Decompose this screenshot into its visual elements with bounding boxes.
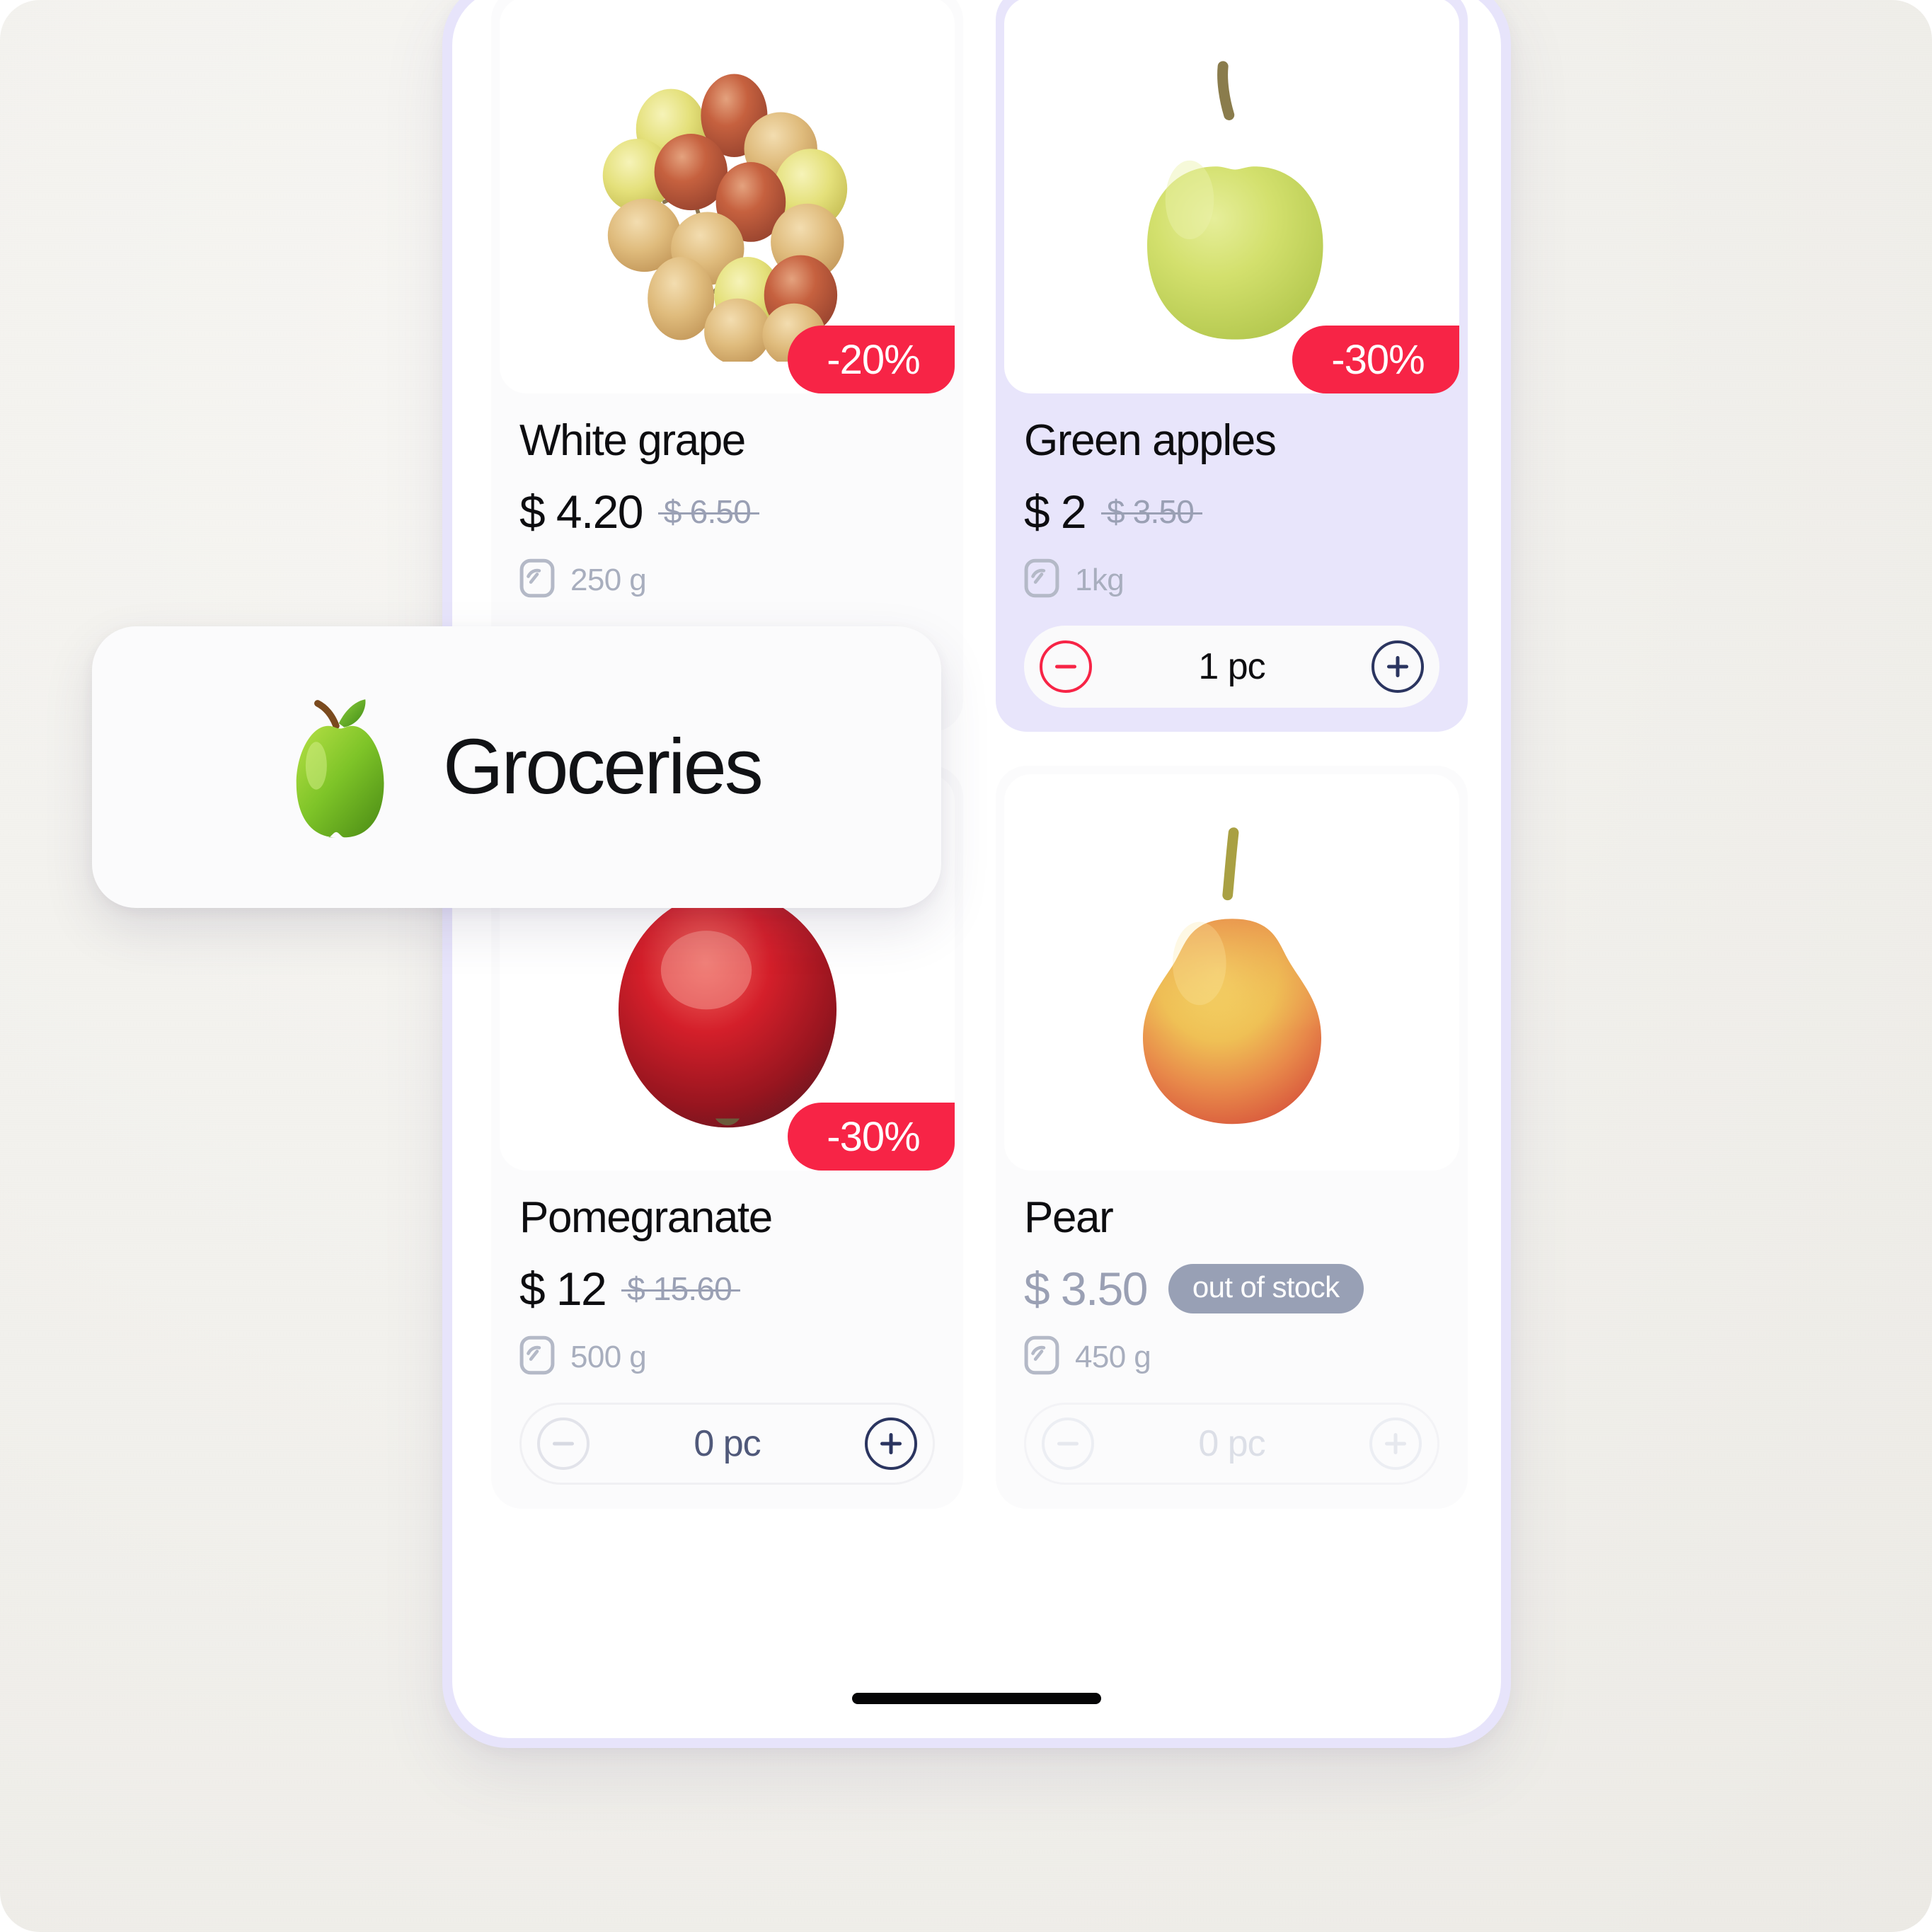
pear-photo bbox=[1004, 774, 1459, 1171]
product-name-pomegranate: Pomegranate bbox=[519, 1193, 773, 1243]
quantity-stepper-pear: 0 pc bbox=[1024, 1403, 1439, 1485]
quantity-value-pear: 0 pc bbox=[1198, 1423, 1265, 1465]
product-name-white-grape: White grape bbox=[519, 416, 746, 465]
product-info-pomegranate: Pomegranate $ 12 $ 15.60 500 g bbox=[491, 1171, 963, 1379]
minus-icon bbox=[1042, 1418, 1094, 1471]
product-info-pear: Pear $ 3.50 out of stock 450 g bbox=[996, 1171, 1468, 1379]
old-price-white-grape: $ 6.50 bbox=[657, 493, 760, 531]
weight-value-white-grape: 250 g bbox=[570, 562, 647, 597]
minus-icon[interactable] bbox=[1040, 640, 1092, 694]
scale-icon bbox=[519, 558, 555, 602]
product-image-pear bbox=[1004, 774, 1459, 1171]
product-card-green-apples[interactable]: -30% Green apples $ 2 $ 3.50 1kg 1 pc bbox=[996, 0, 1468, 732]
product-image-white-grape: -20% bbox=[500, 0, 955, 393]
product-info-green-apples: Green apples $ 2 $ 3.50 1kg bbox=[996, 393, 1468, 602]
weight-row-green-apples: 1kg bbox=[1024, 558, 1439, 602]
apple-illustration bbox=[1146, 61, 1323, 340]
weight-value-green-apples: 1kg bbox=[1075, 562, 1125, 597]
discount-badge-green-apples: -30% bbox=[1292, 326, 1459, 393]
current-price-white-grape: $ 4.20 bbox=[519, 485, 644, 539]
page-root: -20% White grape $ 4.20 $ 6.50 250 g -30… bbox=[0, 0, 1932, 1932]
price-row-white-grape: $ 4.20 $ 6.50 bbox=[519, 485, 935, 539]
grapes-illustration bbox=[602, 74, 847, 362]
product-card-pear[interactable]: Pear $ 3.50 out of stock 450 g 0 pc bbox=[996, 766, 1468, 1510]
plus-icon[interactable] bbox=[864, 1418, 917, 1471]
plus-icon[interactable] bbox=[1371, 640, 1424, 694]
status-badge-out-of-stock: out of stock bbox=[1168, 1264, 1364, 1314]
scale-icon bbox=[519, 1335, 555, 1379]
weight-row-white-grape: 250 g bbox=[519, 558, 935, 602]
groceries-floating-chip[interactable]: Groceries bbox=[92, 626, 941, 908]
pear-illustration bbox=[1142, 827, 1321, 1125]
current-price-pear: $ 3.50 bbox=[1024, 1263, 1149, 1316]
product-card-white-grape[interactable]: -20% White grape $ 4.20 $ 6.50 250 g bbox=[491, 0, 963, 732]
product-name-green-apples: Green apples bbox=[1024, 416, 1277, 465]
quantity-value-green-apples: 1 pc bbox=[1198, 646, 1265, 688]
current-price-green-apples: $ 2 bbox=[1024, 485, 1087, 539]
green-apple-icon bbox=[269, 691, 403, 844]
weight-value-pomegranate: 500 g bbox=[570, 1339, 647, 1374]
old-price-green-apples: $ 3.50 bbox=[1100, 493, 1203, 531]
home-indicator[interactable] bbox=[852, 1693, 1101, 1704]
weight-value-pear: 450 g bbox=[1075, 1339, 1151, 1374]
minus-icon[interactable] bbox=[537, 1418, 590, 1471]
quantity-value-pomegranate: 0 pc bbox=[694, 1423, 761, 1465]
price-row-pear: $ 3.50 out of stock bbox=[1024, 1262, 1439, 1316]
product-image-green-apples: -30% bbox=[1004, 0, 1459, 393]
current-price-pomegranate: $ 12 bbox=[519, 1263, 607, 1316]
price-row-pomegranate: $ 12 $ 15.60 bbox=[519, 1262, 935, 1316]
green-apple-emoji-glyph bbox=[296, 698, 384, 837]
groceries-title: Groceries bbox=[443, 723, 764, 810]
product-info-white-grape: White grape $ 4.20 $ 6.50 250 g bbox=[491, 393, 963, 602]
price-row-green-apples: $ 2 $ 3.50 bbox=[1024, 485, 1439, 539]
plus-icon bbox=[1369, 1418, 1422, 1471]
weight-row-pomegranate: 500 g bbox=[519, 1335, 935, 1379]
weight-row-pear: 450 g bbox=[1024, 1335, 1439, 1379]
discount-badge-white-grape: -20% bbox=[788, 326, 955, 393]
scale-icon bbox=[1024, 558, 1059, 602]
scale-icon bbox=[1024, 1335, 1059, 1379]
quantity-stepper-green-apples[interactable]: 1 pc bbox=[1024, 626, 1439, 708]
discount-badge-pomegranate: -30% bbox=[788, 1103, 955, 1171]
old-price-pomegranate: $ 15.60 bbox=[621, 1270, 740, 1308]
quantity-stepper-pomegranate[interactable]: 0 pc bbox=[519, 1403, 935, 1485]
product-name-pear: Pear bbox=[1024, 1193, 1114, 1243]
